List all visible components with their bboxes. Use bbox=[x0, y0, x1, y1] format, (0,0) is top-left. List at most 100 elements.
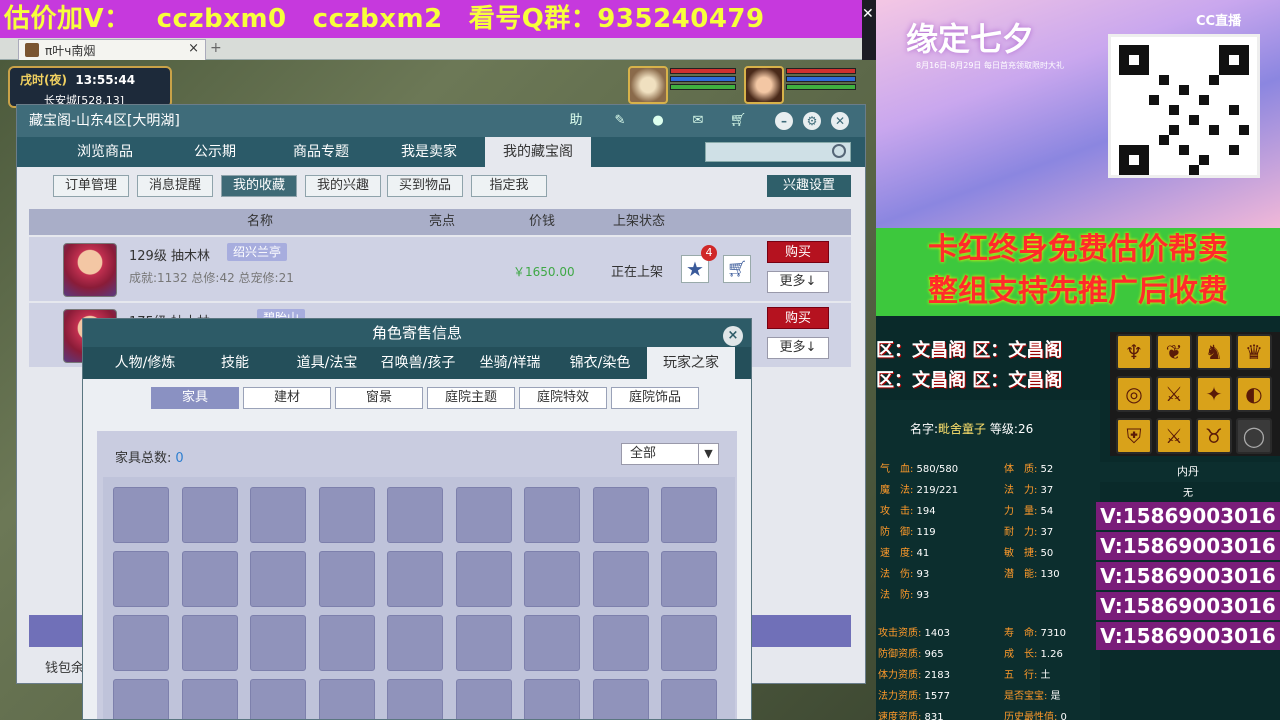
subtab-messages[interactable]: 消息提醒 bbox=[137, 175, 213, 197]
close-icon[interactable]: × bbox=[723, 326, 743, 346]
buy-button[interactable]: 购买 bbox=[767, 307, 829, 329]
curse-icon[interactable]: ♆ bbox=[1116, 334, 1152, 370]
nav-seller[interactable]: 我是卖家 bbox=[381, 137, 477, 167]
furniture-slot[interactable] bbox=[455, 679, 512, 719]
subtab-orders[interactable]: 订单管理 bbox=[53, 175, 129, 197]
eye-icon[interactable]: ◎ bbox=[1116, 376, 1152, 412]
nav-public[interactable]: 公示期 bbox=[167, 137, 263, 167]
furniture-slot[interactable] bbox=[592, 551, 649, 607]
furniture-slot[interactable] bbox=[387, 679, 443, 719]
tab-outfits[interactable]: 锦衣/染色 bbox=[557, 347, 643, 379]
close-button[interactable]: ✕ bbox=[831, 112, 849, 130]
bull-icon[interactable]: ♉ bbox=[1196, 418, 1232, 454]
furniture-slot[interactable] bbox=[318, 487, 375, 543]
furniture-slot[interactable] bbox=[318, 615, 375, 671]
furniture-slot[interactable] bbox=[113, 615, 169, 671]
tab-pets[interactable]: 召唤兽/孩子 bbox=[373, 347, 463, 379]
shield-icon[interactable]: ⛨ bbox=[1116, 418, 1152, 454]
nav-topics[interactable]: 商品专题 bbox=[273, 137, 369, 167]
furniture-slot[interactable] bbox=[181, 679, 238, 719]
furniture-slot[interactable] bbox=[661, 679, 717, 719]
bird-icon[interactable]: ❦ bbox=[1156, 334, 1192, 370]
swords-icon[interactable]: ⚔ bbox=[1156, 376, 1192, 412]
subtab-assigned[interactable]: 指定我 bbox=[471, 175, 547, 197]
crab-icon[interactable]: ✦ bbox=[1196, 376, 1232, 412]
furniture-slot[interactable] bbox=[661, 487, 717, 543]
subtab-materials[interactable]: 建材 bbox=[243, 387, 331, 409]
furniture-slot[interactable] bbox=[592, 487, 649, 543]
interest-settings-button[interactable]: 兴趣设置 bbox=[767, 175, 851, 197]
minimize-button[interactable]: – bbox=[775, 112, 793, 130]
furniture-slot[interactable] bbox=[524, 551, 580, 607]
subtab-furniture[interactable]: 家具 bbox=[151, 387, 239, 409]
chevron-down-icon[interactable]: ▼ bbox=[698, 444, 718, 464]
furniture-slot[interactable] bbox=[181, 615, 238, 671]
furniture-slot[interactable] bbox=[181, 551, 238, 607]
buy-button[interactable]: 购买 bbox=[767, 241, 829, 263]
tab-home[interactable]: 玩家之家 bbox=[647, 347, 735, 379]
browser-tab[interactable]: π叶ч南烟 × bbox=[18, 39, 206, 60]
furniture-slot[interactable] bbox=[387, 487, 443, 543]
add-cart-icon[interactable]: 🛒︎ bbox=[723, 255, 751, 283]
furniture-slot[interactable] bbox=[113, 487, 169, 543]
furniture-slot[interactable] bbox=[387, 551, 443, 607]
tab-close-icon[interactable]: × bbox=[188, 41, 199, 56]
subtab-yard-decor[interactable]: 庭院饰品 bbox=[611, 387, 699, 409]
tab-items[interactable]: 道具/法宝 bbox=[283, 347, 371, 379]
tab-mounts[interactable]: 坐骑/祥瑞 bbox=[465, 347, 555, 379]
pet-portrait[interactable] bbox=[628, 66, 668, 104]
player-portrait[interactable] bbox=[744, 66, 784, 104]
furniture-slot[interactable] bbox=[387, 615, 443, 671]
dragon-icon[interactable]: ♞ bbox=[1196, 334, 1232, 370]
close-icon[interactable]: ✕ bbox=[862, 6, 876, 26]
tab-character[interactable]: 人物/修炼 bbox=[99, 347, 191, 379]
spiral-icon[interactable]: ◐ bbox=[1236, 376, 1272, 412]
gray-icon[interactable]: ◯ bbox=[1236, 418, 1272, 454]
more-button[interactable]: 更多↓ bbox=[767, 271, 829, 293]
stat-label: 寿 命: bbox=[1004, 628, 1038, 639]
tab-skills[interactable]: 技能 bbox=[195, 347, 275, 379]
furniture-slot[interactable] bbox=[318, 679, 375, 719]
furniture-slot[interactable] bbox=[250, 615, 306, 671]
chat-icon[interactable]: ✉ bbox=[689, 113, 707, 129]
furniture-slot[interactable] bbox=[250, 551, 306, 607]
subtab-yard-theme[interactable]: 庭院主题 bbox=[427, 387, 515, 409]
sword-icon[interactable]: ⚔ bbox=[1156, 418, 1192, 454]
furniture-slot[interactable] bbox=[455, 551, 512, 607]
nav-my-treasure[interactable]: 我的藏宝阁 bbox=[485, 137, 591, 167]
furniture-slot[interactable] bbox=[592, 679, 649, 719]
subtab-interests[interactable]: 我的兴趣 bbox=[305, 175, 381, 197]
help-icon[interactable]: 助 bbox=[567, 113, 585, 129]
furniture-slot[interactable] bbox=[318, 551, 375, 607]
furniture-slot[interactable] bbox=[455, 615, 512, 671]
furniture-slot[interactable] bbox=[524, 679, 580, 719]
subtab-yard-effects[interactable]: 庭院特效 bbox=[519, 387, 607, 409]
new-tab-icon[interactable]: + bbox=[210, 40, 222, 56]
nav-browse[interactable]: 浏览商品 bbox=[57, 137, 153, 167]
settings-button[interactable]: ⚙︎ bbox=[803, 112, 821, 130]
pin-icon[interactable]: ✎ bbox=[611, 113, 629, 129]
furniture-slot[interactable] bbox=[113, 551, 169, 607]
subtab-favorites[interactable]: 我的收藏 bbox=[221, 175, 297, 197]
furniture-slot[interactable] bbox=[113, 679, 169, 719]
furniture-slot[interactable] bbox=[661, 615, 717, 671]
subtab-windows[interactable]: 窗景 bbox=[335, 387, 423, 409]
furniture-filter-select[interactable]: 全部 ▼ bbox=[621, 443, 719, 465]
furniture-slot[interactable] bbox=[455, 487, 512, 543]
qr-module bbox=[1189, 115, 1199, 125]
furniture-slot[interactable] bbox=[524, 615, 580, 671]
cart-icon[interactable]: 🛒︎ bbox=[729, 113, 747, 129]
furniture-slot[interactable] bbox=[524, 487, 580, 543]
table-row[interactable]: 129级 抽木林 绍兴兰亭 成就:1132 总修:42 总宠修:21 ￥1650… bbox=[29, 237, 851, 301]
furniture-slot[interactable] bbox=[250, 487, 306, 543]
subtab-bought[interactable]: 买到物品 bbox=[387, 175, 463, 197]
furniture-slot[interactable] bbox=[181, 487, 238, 543]
furniture-slot[interactable] bbox=[250, 679, 306, 719]
furniture-slot[interactable] bbox=[592, 615, 649, 671]
flame-icon[interactable]: ♛ bbox=[1236, 334, 1272, 370]
furniture-slot[interactable] bbox=[661, 551, 717, 607]
search-input[interactable] bbox=[705, 142, 851, 162]
record-icon[interactable]: ● bbox=[649, 113, 667, 129]
avatar[interactable] bbox=[63, 243, 117, 297]
more-button[interactable]: 更多↓ bbox=[767, 337, 829, 359]
